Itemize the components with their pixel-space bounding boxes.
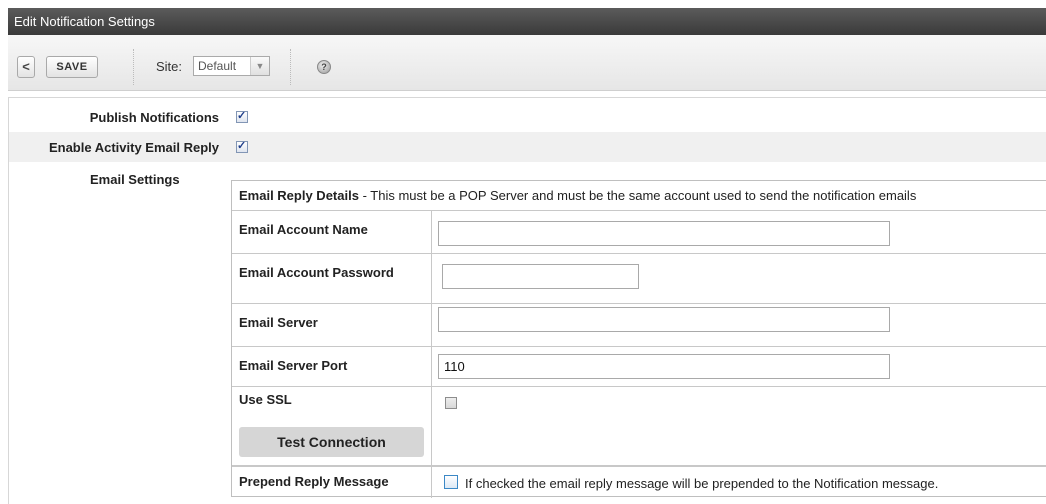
email-server-label: Email Server (239, 315, 318, 330)
email-reply-details-panel: Email Reply Details - This must be a POP… (231, 180, 1046, 498)
publish-notifications-checkbox[interactable] (236, 109, 248, 123)
save-button[interactable]: SAVE (46, 56, 98, 78)
email-server-port-label: Email Server Port (239, 358, 348, 373)
email-settings-label: Email Settings (90, 172, 180, 187)
site-select[interactable]: Default ▼ (193, 56, 270, 76)
publish-notifications-row: Publish Notifications (9, 102, 1046, 132)
email-server-row: Email Server (232, 304, 1046, 347)
chevron-down-icon: ▼ (250, 57, 269, 75)
site-label: Site: (156, 59, 183, 74)
prepend-reply-message-description: If checked the email reply message will … (465, 476, 939, 491)
use-ssl-checkbox[interactable] (445, 397, 457, 409)
site-select-value: Default (198, 59, 237, 73)
email-reply-details-header: Email Reply Details - This must be a POP… (232, 181, 1046, 211)
back-button[interactable]: < (17, 56, 35, 78)
column-divider (431, 467, 432, 498)
toolbar-separator (290, 49, 291, 85)
prepend-reply-message-label: Prepend Reply Message (239, 474, 389, 489)
enable-activity-email-reply-checkbox[interactable] (236, 139, 248, 153)
use-ssl-label: Use SSL (239, 392, 292, 407)
email-server-input[interactable] (438, 307, 890, 332)
email-account-name-input[interactable] (438, 221, 890, 246)
email-account-password-row: Email Account Password (232, 254, 1046, 304)
email-account-password-label: Email Account Password (239, 265, 394, 280)
test-connection-button[interactable]: Test Connection (239, 427, 424, 457)
email-account-password-input[interactable] (442, 264, 639, 289)
prepend-reply-message-checkbox[interactable] (444, 475, 458, 489)
toolbar: < SAVE Site: Default ▼ ? (8, 35, 1046, 91)
help-icon[interactable]: ? (317, 60, 331, 74)
publish-notifications-label: Publish Notifications (89, 110, 219, 125)
window-title-bar: Edit Notification Settings (8, 8, 1046, 35)
email-server-port-row: Email Server Port (232, 347, 1046, 387)
details-header-description: - This must be a POP Server and must be … (358, 188, 917, 203)
chevron-left-icon: < (22, 59, 30, 74)
details-header-title: Email Reply Details (239, 188, 359, 203)
toolbar-separator (133, 49, 134, 85)
email-account-name-row: Email Account Name (232, 211, 1046, 254)
email-server-port-input[interactable] (438, 354, 890, 379)
use-ssl-row: Use SSL (232, 387, 1046, 420)
enable-activity-email-reply-row: Enable Activity Email Reply (9, 132, 1046, 162)
email-account-name-label: Email Account Name (239, 222, 368, 237)
window-title: Edit Notification Settings (14, 14, 155, 29)
prepend-reply-message-row: Prepend Reply Message If checked the ema… (232, 465, 1046, 498)
enable-activity-email-reply-label: Enable Activity Email Reply (48, 140, 219, 155)
